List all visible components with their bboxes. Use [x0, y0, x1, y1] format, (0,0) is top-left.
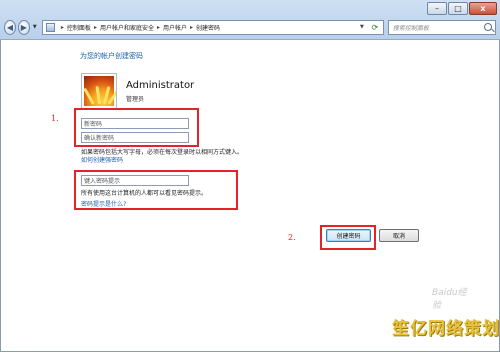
- strong-password-link[interactable]: 如何创建强密码: [81, 155, 123, 164]
- new-password-field[interactable]: 新密码: [81, 118, 189, 129]
- control-panel-icon: [45, 22, 55, 32]
- page-title: 为您的帐户创建密码: [80, 52, 143, 60]
- create-password-button[interactable]: 创建密码: [326, 229, 371, 242]
- breadcrumb-create-password[interactable]: 创建密码: [196, 23, 220, 32]
- title-bar: – □ x ◀ ▶ ▼ ▸ 控制面板 ▸ 用户帐户和家庭安全 ▸ 用户帐户 ▸ …: [0, 0, 500, 40]
- confirm-password-field[interactable]: 确认新密码: [81, 132, 189, 143]
- watermark-text: 笙亿网络策划: [392, 319, 500, 339]
- chevron-right-icon[interactable]: ▸: [190, 24, 193, 31]
- back-arrow-icon[interactable]: ◀: [4, 19, 16, 35]
- refresh-icon[interactable]: ⟳: [369, 21, 381, 34]
- confirm-password-placeholder: 确认新密码: [84, 135, 115, 142]
- password-hint-help-link[interactable]: 密码提示是什么?: [81, 199, 126, 208]
- breadcrumb-control-panel[interactable]: 控制面板: [67, 23, 91, 32]
- avatar: [81, 73, 117, 109]
- watermark-logo: Baidu经验: [432, 288, 467, 311]
- user-name: Administrator: [126, 80, 195, 91]
- navigation-bar: ◀ ▶ ▼ ▸ 控制面板 ▸ 用户帐户和家庭安全 ▸ 用户帐户 ▸ 创建密码 ▼…: [4, 18, 496, 36]
- annotation-marker-2: 2.: [288, 233, 296, 242]
- main-content: 为您的帐户创建密码 Administrator 管理员 1. 新密码 确认新密码…: [1, 41, 499, 351]
- cancel-button[interactable]: 取消: [379, 229, 419, 242]
- password-hint-field[interactable]: 键入密码提示: [81, 175, 189, 186]
- annotation-marker-1: 1.: [51, 114, 59, 123]
- window-controls: – □ x: [427, 2, 497, 16]
- search-input[interactable]: 搜索控制面板: [387, 19, 496, 35]
- chevron-right-icon[interactable]: ▸: [94, 24, 97, 31]
- recent-pages-dropdown-icon[interactable]: ▼: [32, 20, 38, 35]
- user-role: 管理员: [126, 96, 145, 103]
- forward-arrow-icon[interactable]: ▶: [17, 19, 30, 35]
- new-password-placeholder: 新密码: [84, 121, 103, 128]
- breadcrumb-user-accounts-family-safety[interactable]: 用户帐户和家庭安全: [100, 23, 154, 32]
- breadcrumb-user-accounts[interactable]: 用户帐户: [163, 23, 187, 32]
- address-dropdown-icon[interactable]: ▼: [357, 21, 367, 34]
- search-icon[interactable]: [484, 22, 492, 31]
- address-bar[interactable]: ▸ 控制面板 ▸ 用户帐户和家庭安全 ▸ 用户帐户 ▸ 创建密码 ▼ ⟳: [41, 19, 384, 35]
- minimize-button[interactable]: –: [427, 2, 447, 15]
- search-placeholder: 搜索控制面板: [392, 24, 429, 32]
- chevron-right-icon[interactable]: ▸: [157, 24, 160, 31]
- maximize-button[interactable]: □: [448, 2, 468, 15]
- close-button[interactable]: x: [469, 2, 497, 15]
- hint-notice: 所有使用这台计算机的人都可以看见密码提示。: [81, 190, 208, 197]
- password-hint-placeholder: 键入密码提示: [84, 178, 121, 185]
- chevron-right-icon[interactable]: ▸: [61, 24, 64, 31]
